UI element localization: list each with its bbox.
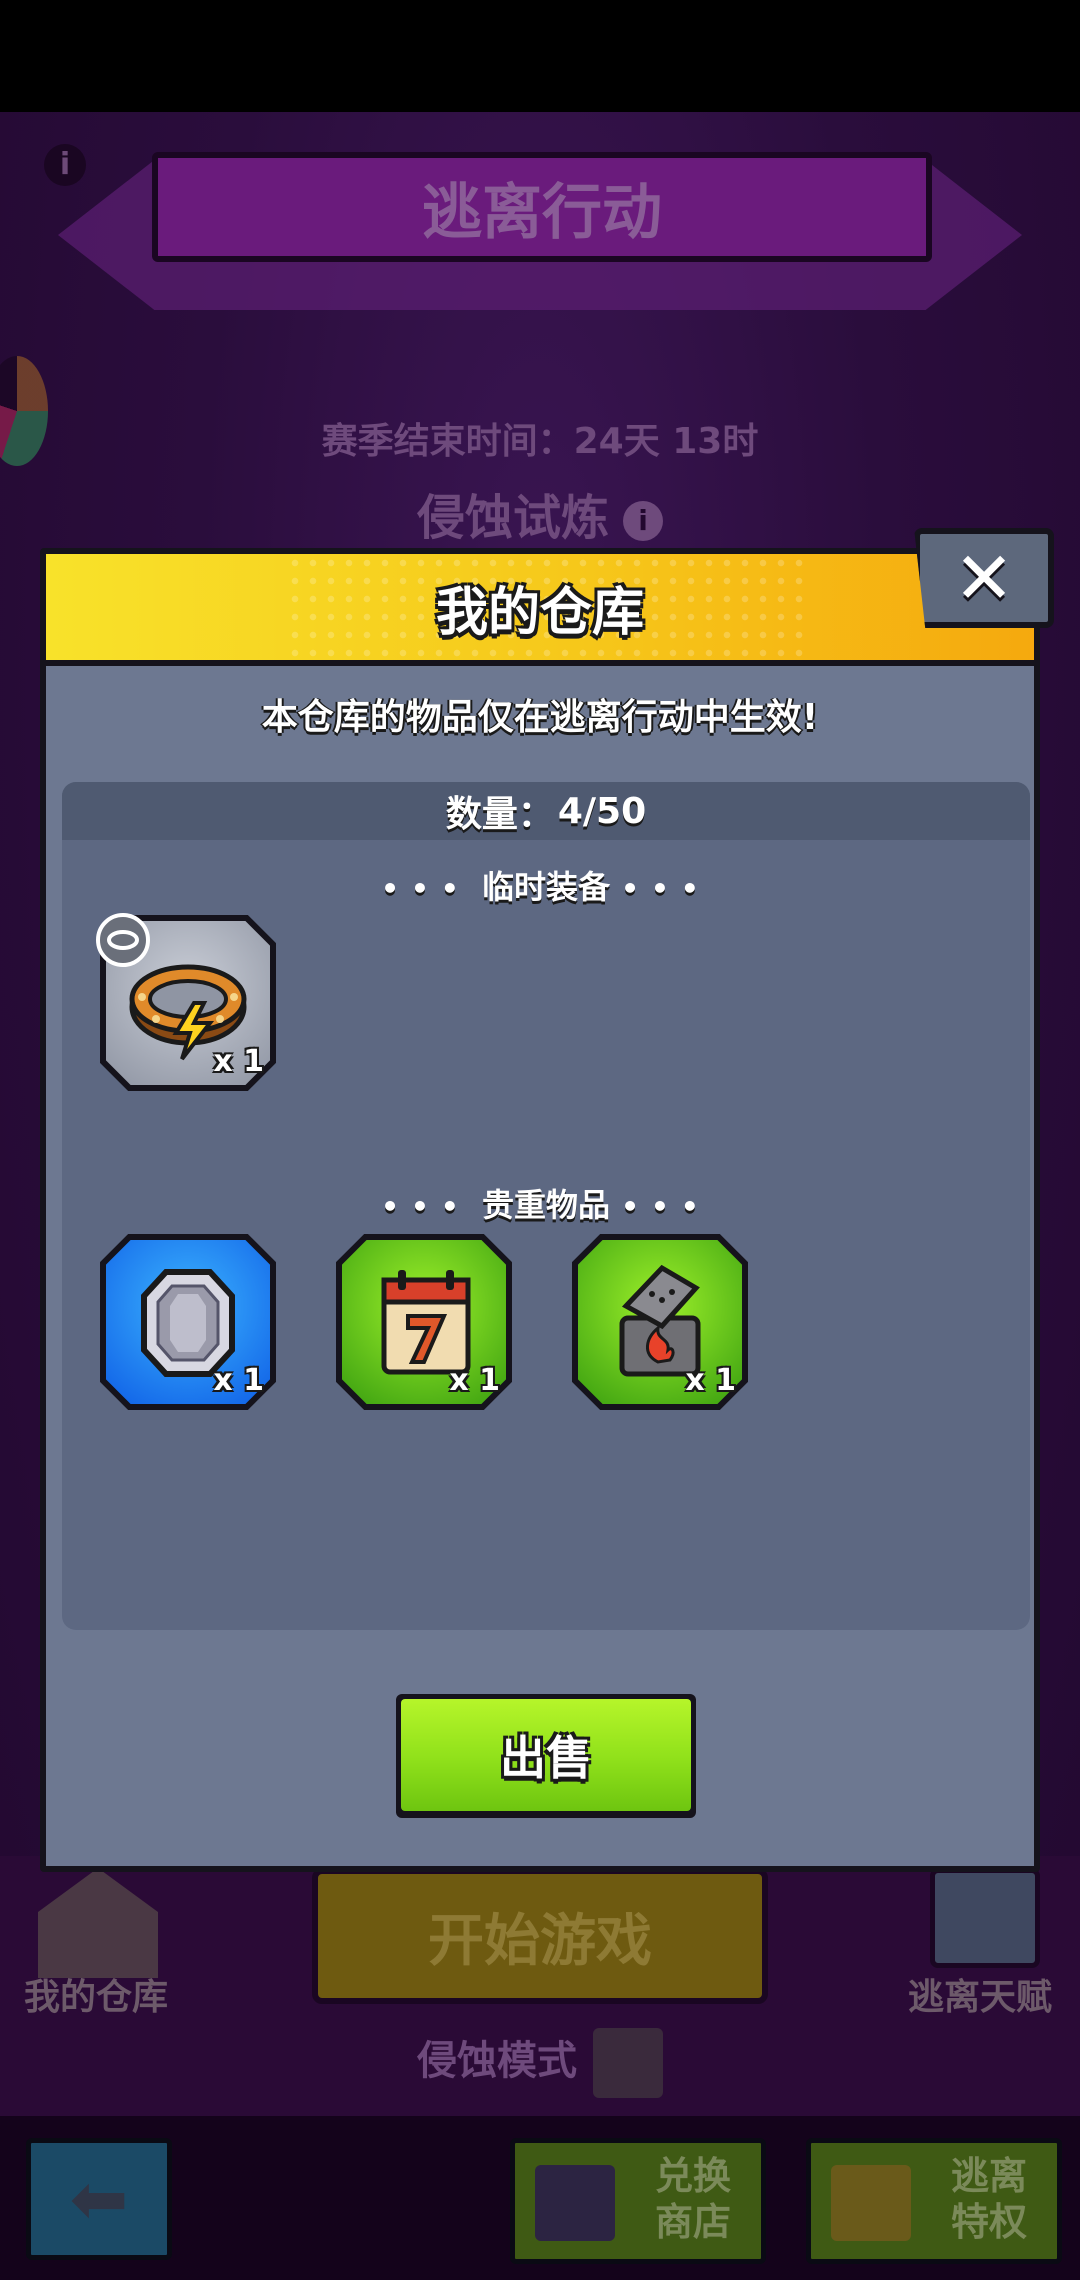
- item-slot-gem[interactable]: x 1: [100, 1234, 276, 1410]
- back-button[interactable]: ⬅: [26, 2138, 172, 2260]
- back-arrow-icon: ⬅: [69, 2158, 129, 2240]
- section-dots-right: •••: [621, 872, 711, 905]
- talent-icon: [930, 1868, 1040, 1968]
- item-quantity: x 1: [449, 1363, 500, 1398]
- storage-button[interactable]: 我的仓库: [8, 1868, 184, 2028]
- item-quantity: x 1: [213, 1363, 264, 1398]
- close-button[interactable]: ✕: [914, 528, 1054, 628]
- section-dots-right: •••: [621, 1190, 711, 1223]
- item-slot-calendar[interactable]: x 1: [336, 1234, 512, 1410]
- item-slot-lighter[interactable]: x 1: [572, 1234, 748, 1410]
- talent-button[interactable]: 逃离天赋: [890, 1868, 1070, 2028]
- event-title-banner: 逃离行动: [152, 152, 932, 262]
- shop-icon: [535, 2165, 615, 2241]
- section-title: 贵重物品: [481, 1186, 610, 1224]
- status-bar: [0, 0, 1080, 112]
- count-label: 数量：: [445, 794, 554, 835]
- section-title: 临时装备: [481, 868, 610, 906]
- equipment-type-badge: [96, 913, 150, 967]
- section-dots-left: •••: [381, 1190, 471, 1223]
- storage-panel: 数量： 4/50 ••• 临时装备 ••• x 1 ••• 贵重物品 ••• x…: [62, 782, 1030, 1630]
- section-label-valuables: ••• 贵重物品 •••: [62, 1180, 1030, 1226]
- escape-privilege-button[interactable]: 逃离 特权: [806, 2138, 1062, 2264]
- corrode-mode-switch[interactable]: [593, 2028, 663, 2098]
- event-title: 逃离行动: [422, 177, 662, 248]
- storage-button-label: 我的仓库: [23, 1977, 168, 2018]
- mode-info-icon[interactable]: i: [623, 501, 663, 541]
- info-icon[interactable]: i: [44, 144, 86, 186]
- item-slot-collar[interactable]: x 1: [96, 913, 276, 1091]
- sell-button[interactable]: 出售: [396, 1694, 696, 1818]
- item-quantity: x 1: [685, 1363, 736, 1398]
- exchange-shop-button[interactable]: 兑换 商店: [510, 2138, 766, 2264]
- count-value: 4/50: [557, 790, 647, 832]
- modal-subtitle: 本仓库的物品仅在逃离行动中生效!: [261, 697, 819, 738]
- corrode-mode-toggle[interactable]: 侵蚀模式: [0, 2028, 1080, 2098]
- exchange-shop-label: 兑换 商店: [654, 2154, 731, 2244]
- section-dots-left: •••: [381, 872, 471, 905]
- modal-title: 我的仓库: [435, 582, 644, 643]
- sell-button-label: 出售: [401, 1699, 691, 1811]
- collar-badge-icon: [107, 930, 139, 950]
- mode-title-text: 侵蚀试炼: [416, 490, 609, 546]
- season-end-time: 赛季结束时间：24天 13时: [321, 421, 759, 462]
- close-icon: ✕: [953, 536, 1015, 620]
- privilege-icon: [831, 2165, 911, 2241]
- info-glyph: i: [59, 147, 71, 182]
- storage-modal: 我的仓库 本仓库的物品仅在逃离行动中生效! 数量： 4/50 ••• 临时装备 •…: [40, 548, 1040, 1872]
- talent-button-label: 逃离天赋: [907, 1977, 1052, 2018]
- item-quantity: x 1: [213, 1044, 264, 1079]
- escape-privilege-label: 逃离 特权: [950, 2154, 1027, 2244]
- corrode-mode-label: 侵蚀模式: [417, 2038, 577, 2084]
- warehouse-icon: [38, 1868, 158, 1978]
- start-game-button[interactable]: 开始游戏: [312, 1868, 768, 2004]
- start-game-label: 开始游戏: [428, 1908, 652, 1974]
- storage-count-bar: 数量： 4/50: [62, 782, 1030, 840]
- section-label-temp-equipment: ••• 临时装备 •••: [62, 862, 1030, 908]
